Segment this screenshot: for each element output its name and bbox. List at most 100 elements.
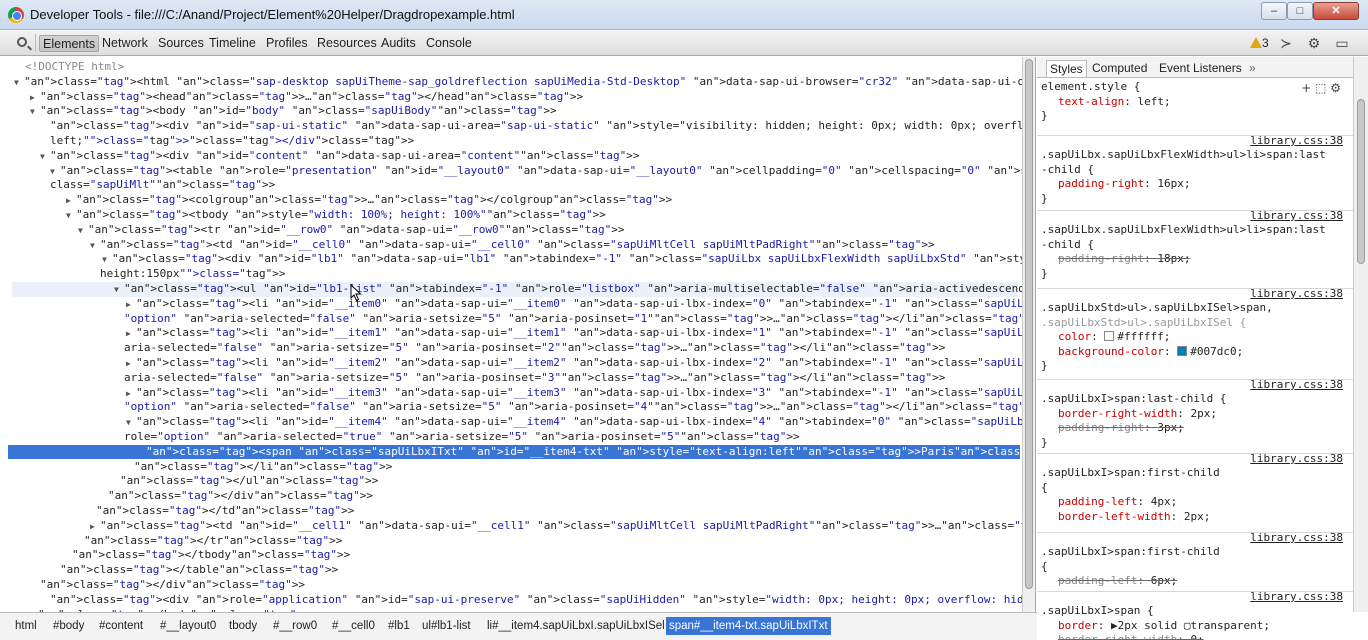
style-rule[interactable]: library.css:38 .sapUiLbxI>span:first-chil… [1037, 452, 1353, 533]
dom-node[interactable]: "an">class="tag"></div"an">class="tag">> [0, 489, 1020, 504]
dom-node[interactable]: ▼ "an">class="tag"><li "an">id="__item4" … [0, 415, 1022, 431]
rule-source-link[interactable]: library.css:38 [1250, 209, 1343, 224]
css-declaration[interactable]: border: ▶2px solid ▢transparent; [1058, 619, 1270, 634]
css-declaration[interactable]: border-right-width: 2px; [1058, 407, 1217, 422]
css-value[interactable]: ▶2px solid ▢transparent; [1111, 619, 1270, 632]
dom-node[interactable]: aria-selected="false" "an">aria-setsize=… [0, 371, 1020, 386]
tab-network[interactable]: Network [99, 35, 151, 52]
css-property[interactable]: background-color [1058, 345, 1164, 358]
dom-tree-scroll-thumb[interactable] [1025, 59, 1033, 589]
search-icon[interactable] [17, 37, 27, 47]
css-value[interactable]: 6px; [1151, 574, 1178, 587]
css-declaration[interactable]: padding-left: 4px; [1058, 495, 1177, 510]
collapsed-twisty-icon[interactable]: ▶ [126, 387, 136, 402]
breadcrumb-item[interactable]: html [12, 617, 40, 635]
dom-node-selected[interactable]: "an">class="tag"><span "an">class="sapUi… [8, 444, 1022, 460]
expanded-twisty-icon[interactable]: ▼ [30, 105, 40, 120]
breadcrumb-item[interactable]: #__cell0 [329, 617, 378, 635]
dom-node[interactable]: ▼ "an">class="tag"><tr "an">id="__row0" "… [0, 223, 1020, 238]
tab-profiles[interactable]: Profiles [263, 35, 311, 52]
css-value[interactable]: 2px; [1184, 510, 1211, 523]
style-rule[interactable]: library.css:38 .sapUiLbx.sapUiLbxFlexWidt… [1037, 209, 1353, 289]
tab-resources[interactable]: Resources [314, 35, 380, 52]
dom-node[interactable]: ▶ "an">class="tag"><head"an">class="tag">… [0, 90, 1020, 105]
tab-event-listeners[interactable]: Event Listeners [1156, 60, 1245, 77]
dom-node[interactable]: ▶ "an">class="tag"><colgroup"an">class="t… [0, 193, 1020, 208]
collapsed-twisty-icon[interactable]: ▶ [126, 357, 136, 372]
minimize-button[interactable]: – [1261, 2, 1287, 20]
dom-node[interactable]: "an">class="tag"></td"an">class="tag">> [0, 504, 1020, 519]
css-property[interactable]: border-right-width [1058, 633, 1177, 640]
dom-node[interactable]: ▶ "an">class="tag"><li "an">id="__item2" … [0, 356, 1022, 372]
css-property[interactable]: padding-left [1058, 495, 1137, 508]
dom-node[interactable]: "an">class="tag"><div "an">id="sap-ui-st… [0, 119, 1022, 134]
css-property[interactable]: padding-right [1058, 177, 1144, 190]
rule-source-link[interactable]: library.css:38 [1250, 531, 1343, 546]
style-rule[interactable]: library.css:38 .sapUiLbxI>span:last-child… [1037, 378, 1353, 454]
new-rule-tools-icon[interactable]: + ⬚ ⚙ [1301, 81, 1341, 95]
maximize-button[interactable]: □ [1287, 2, 1313, 20]
expanded-twisty-icon[interactable]: ▼ [50, 165, 60, 180]
breadcrumb-item[interactable]: tbody [226, 617, 260, 635]
dom-node[interactable]: ▼ "an">class="tag"><div "an">id="lb1" "an… [0, 252, 1022, 268]
collapsed-twisty-icon[interactable]: ▶ [126, 327, 136, 342]
css-declaration[interactable]: padding-right: 3px; [1058, 421, 1184, 436]
css-value[interactable]: 16px; [1157, 177, 1190, 190]
css-value[interactable]: #ffffff; [1117, 330, 1170, 343]
dom-node[interactable]: ▼ "an">class="tag"><table "an">role="pres… [0, 164, 1022, 180]
css-declaration[interactable]: text-align: left; [1058, 95, 1171, 110]
dom-node[interactable]: "an">class="tag"></li"an">class="tag">> [0, 460, 1020, 475]
breadcrumb-item[interactable]: #content [96, 617, 146, 635]
dom-node[interactable]: ▶ "an">class="tag"><li "an">id="__item1" … [0, 326, 1022, 342]
tab-timeline[interactable]: Timeline [206, 35, 259, 52]
dom-node[interactable]: height:150px"">class="tag">> [0, 267, 1020, 282]
tab-sources[interactable]: Sources [155, 35, 207, 52]
breadcrumb-item[interactable]: #body [50, 617, 87, 635]
expanded-twisty-icon[interactable]: ▼ [126, 416, 136, 431]
css-property[interactable]: text-align [1058, 95, 1124, 108]
css-property[interactable]: border [1058, 619, 1098, 632]
css-value[interactable]: #007dc0; [1190, 345, 1243, 358]
css-declaration[interactable]: padding-right: 16px; [1058, 177, 1190, 192]
close-button[interactable]: ✕ [1313, 2, 1359, 20]
collapsed-twisty-icon[interactable]: ▶ [30, 91, 40, 106]
more-tabs-button[interactable]: » [1246, 60, 1259, 77]
warning-counter[interactable]: 3 [1250, 36, 1269, 50]
collapsed-twisty-icon[interactable]: ▶ [66, 194, 76, 209]
dom-node[interactable]: ▼ "an">class="tag"><html "an">class="sap-… [0, 75, 1022, 90]
css-value[interactable]: left; [1137, 95, 1170, 108]
css-declaration[interactable]: padding-left: 6px; [1058, 574, 1177, 589]
dom-tree-scrollbar[interactable] [1022, 57, 1036, 612]
style-rule[interactable]: library.css:38 .sapUiLbxI>span:first-chil… [1037, 531, 1353, 592]
dom-node[interactable]: ▼ "an">class="tag"><body "an">id="body" "… [0, 104, 1020, 119]
css-value[interactable]: 0; [1190, 633, 1203, 640]
dom-node[interactable]: ▶ "an">class="tag"><li "an">id="__item3" … [0, 386, 1022, 402]
expanded-twisty-icon[interactable]: ▼ [114, 283, 124, 298]
tab-console[interactable]: Console [423, 35, 475, 52]
dock-icon[interactable]: ▭ [1334, 35, 1350, 51]
dom-node[interactable]: ▼ "an">class="tag"><ul "an">id="lb1-list"… [12, 282, 1022, 298]
breadcrumb-item[interactable]: li#__item4.sapUiLbxI.sapUiLbxISel [484, 617, 668, 635]
dom-node[interactable]: "an">class="tag"><div "an">role="applica… [0, 593, 1022, 608]
expanded-twisty-icon[interactable]: ▼ [40, 150, 50, 165]
dom-node[interactable]: "an">class="tag"></tbody"an">class="tag"… [0, 548, 1020, 563]
breadcrumb-item[interactable]: #lb1 [385, 617, 413, 635]
css-value[interactable]: 2px; [1190, 407, 1217, 420]
css-declaration[interactable]: background-color: #007dc0; [1058, 345, 1243, 360]
expanded-twisty-icon[interactable]: ▼ [102, 253, 112, 268]
collapsed-twisty-icon[interactable]: ▶ [90, 520, 100, 535]
css-declaration[interactable]: padding-right: 18px; [1058, 252, 1190, 267]
breadcrumb-item[interactable]: ul#lb1-list [419, 617, 474, 635]
dom-node[interactable]: class="sapUiMlt""an">class="tag">> [0, 178, 1020, 193]
css-value[interactable]: 18px; [1157, 252, 1190, 265]
dom-node[interactable]: ▼ "an">class="tag"><tbody "an">style="wid… [0, 208, 1020, 223]
dom-node[interactable]: ▼ "an">class="tag"><div "an">id="content"… [0, 149, 1020, 164]
css-property[interactable]: border-left-width [1058, 510, 1171, 523]
css-declaration[interactable]: border-left-width: 2px; [1058, 510, 1210, 525]
dom-node[interactable]: aria-selected="false" "an">aria-setsize=… [0, 341, 1020, 356]
styles-scrollbar[interactable] [1353, 57, 1368, 612]
dom-node[interactable]: "an">class="tag"></div"an">class="tag">> [0, 578, 1020, 593]
css-property[interactable]: padding-left [1058, 574, 1137, 587]
collapsed-twisty-icon[interactable]: ▶ [126, 298, 136, 313]
dom-node[interactable]: "an">class="tag"></ul"an">class="tag">> [0, 474, 1020, 489]
